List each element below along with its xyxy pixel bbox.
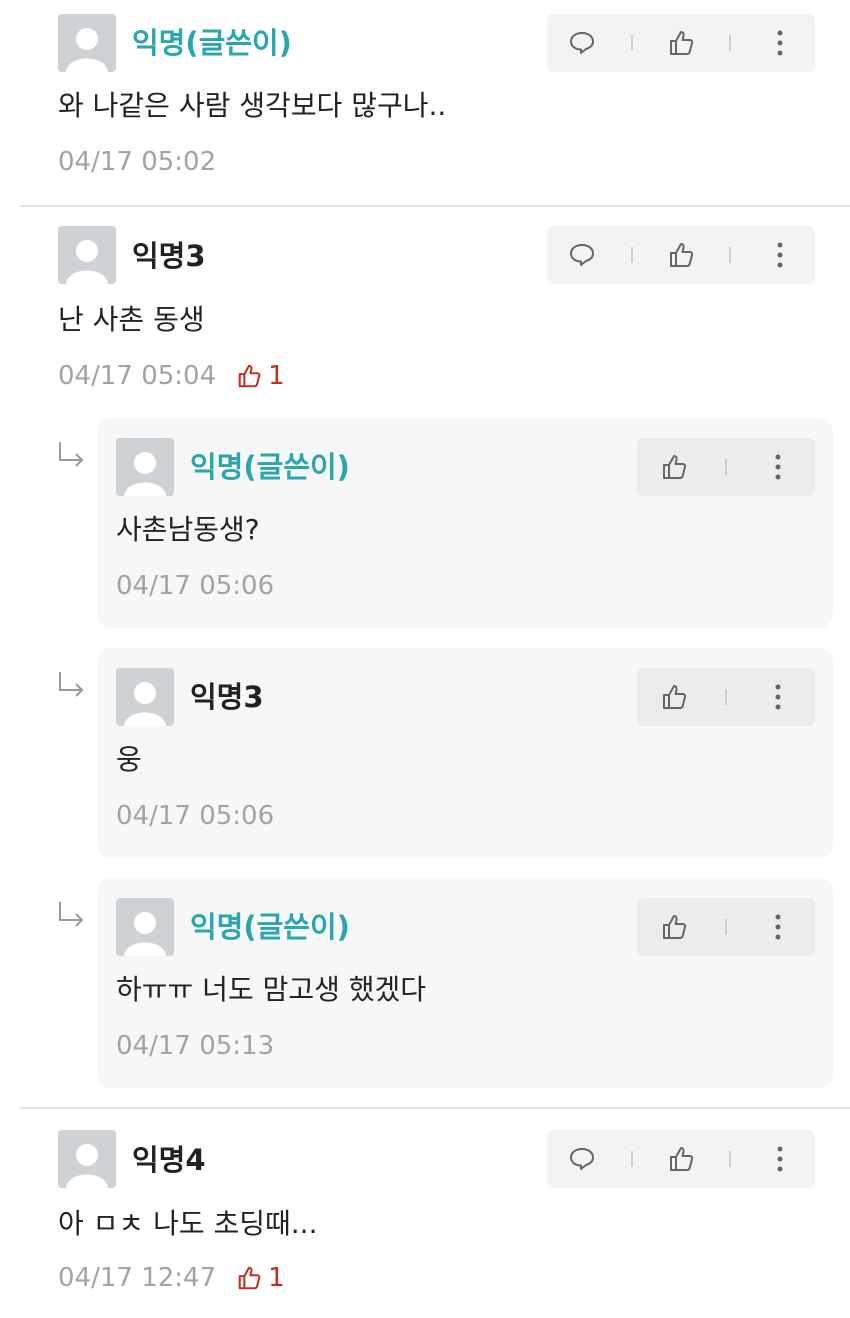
reply-item: 익명(글쓴이) 사촌남동생? 04/17 05:06 [97, 418, 833, 628]
action-separator [729, 1151, 732, 1167]
avatar [116, 898, 174, 956]
like-button[interactable] [652, 675, 696, 719]
thumbs-up-icon [238, 364, 261, 388]
reply-arrow-icon [56, 670, 86, 700]
more-button[interactable] [758, 21, 802, 65]
thumbs-up-icon [662, 915, 686, 939]
more-button[interactable] [756, 445, 800, 489]
vertical-dots-icon [777, 1146, 783, 1172]
reply-actions [637, 898, 815, 956]
like-button[interactable] [659, 233, 703, 277]
comment-text: 난 사촌 동생 [58, 303, 205, 336]
reply-text: 하ㅠㅠ 너도 맘고생 했겠다 [116, 973, 427, 1006]
reply-item: 익명(글쓴이) 하ㅠㅠ 너도 맘고생 했겠다 04/17 05:13 [97, 878, 833, 1088]
speech-bubble-icon [570, 244, 595, 266]
comment-timestamp: 04/17 05:04 [58, 361, 217, 391]
avatar [116, 438, 174, 496]
comment-actions [547, 14, 815, 72]
default-avatar-icon [58, 226, 116, 284]
comment-meta: 04/17 05:04 1 [58, 360, 285, 392]
reply-nickname: 익명(글쓴이) [190, 450, 350, 484]
thumbs-up-icon [662, 685, 686, 709]
reply-button[interactable] [560, 1137, 604, 1181]
comment-item: 익명4 아 ㅁㅊ 나도 초딩때... 04/17 12:47 1 [0, 1108, 850, 1318]
avatar [58, 226, 116, 284]
default-avatar-icon [58, 1130, 116, 1188]
action-separator [724, 689, 727, 705]
vertical-dots-icon [777, 30, 783, 56]
comment-meta: 04/17 12:47 1 [58, 1262, 285, 1294]
vertical-dots-icon [775, 684, 781, 710]
action-separator [630, 1151, 633, 1167]
like-button[interactable] [659, 1137, 703, 1181]
reply-text: 웅 [116, 743, 142, 776]
thumbs-up-icon [238, 1266, 261, 1290]
action-separator [724, 919, 727, 935]
speech-bubble-icon [570, 32, 595, 54]
comment-timestamp: 04/17 12:47 [58, 1263, 217, 1293]
vote-count: 1 [236, 1262, 285, 1294]
reply-meta: 04/17 05:06 [116, 800, 274, 832]
default-avatar-icon [116, 668, 174, 726]
vertical-dots-icon [777, 242, 783, 268]
reply-timestamp: 04/17 05:13 [116, 1031, 275, 1061]
reply-arrow-icon [56, 900, 86, 930]
vote-number: 1 [268, 361, 285, 391]
reply-nickname: 익명3 [190, 680, 264, 714]
reply-meta: 04/17 05:06 [116, 570, 274, 602]
default-avatar-icon [116, 438, 174, 496]
more-button[interactable] [758, 233, 802, 277]
comment-meta: 04/17 05:02 [58, 146, 216, 178]
like-button[interactable] [659, 21, 703, 65]
reply-nickname: 익명(글쓴이) [190, 910, 350, 944]
reply-button[interactable] [560, 233, 604, 277]
avatar [58, 1130, 116, 1188]
thumbs-up-icon [669, 31, 694, 55]
action-separator [630, 247, 633, 263]
comment-timestamp: 04/17 05:02 [58, 147, 217, 177]
avatar [116, 668, 174, 726]
comment-actions [547, 226, 815, 284]
reply-meta: 04/17 05:13 [116, 1030, 274, 1062]
comment-item: 익명(글쓴이) 와 나같은 사람 생각보다 많구나.. 04/17 05:02 [0, 0, 850, 206]
action-separator [724, 459, 727, 475]
more-button[interactable] [756, 905, 800, 949]
default-avatar-icon [116, 898, 174, 956]
reply-timestamp: 04/17 05:06 [116, 571, 275, 601]
comment-item: 익명3 난 사촌 동생 04/17 05:04 1 [0, 206, 850, 406]
action-separator [630, 35, 633, 51]
comment-text: 아 ㅁㅊ 나도 초딩때... [58, 1207, 318, 1240]
reply-actions [637, 668, 815, 726]
comment-nickname: 익명3 [132, 239, 206, 273]
comment-actions [547, 1130, 815, 1188]
like-button[interactable] [652, 445, 696, 489]
more-button[interactable] [756, 675, 800, 719]
thumbs-up-icon [669, 243, 694, 267]
reply-arrow-icon [56, 440, 86, 470]
reply-actions [637, 438, 815, 496]
vertical-dots-icon [775, 914, 781, 940]
thumbs-up-icon [669, 1147, 694, 1171]
reply-item: 익명3 웅 04/17 05:06 [97, 648, 833, 858]
comment-nickname: 익명(글쓴이) [132, 26, 292, 60]
comment-text: 와 나같은 사람 생각보다 많구나.. [58, 89, 447, 122]
reply-button[interactable] [560, 21, 604, 65]
speech-bubble-icon [570, 1148, 595, 1170]
thumbs-up-icon [662, 455, 686, 479]
action-separator [729, 35, 732, 51]
vote-number: 1 [268, 1263, 285, 1293]
avatar [58, 14, 116, 72]
default-avatar-icon [58, 14, 116, 72]
reply-text: 사촌남동생? [116, 513, 260, 546]
like-button[interactable] [652, 905, 696, 949]
action-separator [729, 247, 732, 263]
vote-count: 1 [236, 360, 285, 392]
comment-nickname: 익명4 [132, 1143, 206, 1177]
vertical-dots-icon [775, 454, 781, 480]
reply-timestamp: 04/17 05:06 [116, 801, 275, 831]
more-button[interactable] [758, 1137, 802, 1181]
